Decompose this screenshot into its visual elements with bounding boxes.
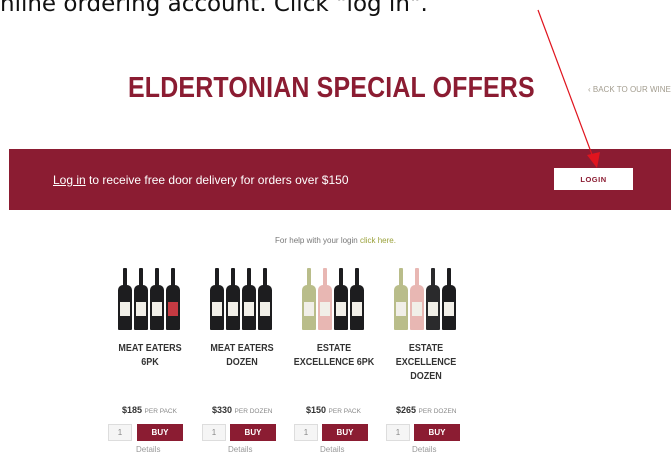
wine-bottle xyxy=(410,268,424,330)
buy-button[interactable]: BUY xyxy=(414,424,460,441)
instruction-caption: nline ordering account. Click "log in". xyxy=(0,0,428,17)
product-price: $185 PER PACK xyxy=(122,405,177,415)
help-text: For help with your login xyxy=(275,236,360,245)
buy-button[interactable]: BUY xyxy=(137,424,183,441)
product-name[interactable]: ESTATE EXCELLENCE 6PK xyxy=(289,342,379,370)
banner-message-text: to receive free door delivery for orders… xyxy=(85,173,349,187)
wine-bottle xyxy=(334,268,348,330)
quantity-input[interactable]: 1 xyxy=(108,424,132,441)
product-image[interactable] xyxy=(110,262,190,330)
product-name-line: MEAT EATERS xyxy=(118,343,182,354)
product-name-line: MEAT EATERS xyxy=(210,343,274,354)
product-name-line: ESTATE xyxy=(316,343,352,354)
buy-button[interactable]: BUY xyxy=(230,424,276,441)
product-name[interactable]: MEAT EATERS 6PK xyxy=(105,342,195,370)
product-name-line: EXCELLENCE xyxy=(395,357,457,368)
login-button[interactable]: LOGIN xyxy=(554,168,633,190)
arrow-line xyxy=(537,9,595,161)
wine-bottle xyxy=(258,268,272,330)
help-link[interactable]: click here. xyxy=(360,236,396,245)
product-image[interactable] xyxy=(202,262,282,330)
price-unit: PER PACK xyxy=(328,408,361,415)
wine-bottle xyxy=(318,268,332,330)
banner-message: Log in to receive free door delivery for… xyxy=(53,173,349,187)
wine-bottle xyxy=(210,268,224,330)
back-to-wines-link[interactable]: ‹ BACK TO OUR WINE xyxy=(588,85,671,94)
wine-bottle xyxy=(442,268,456,330)
product-name-line: EXCELLENCE 6PK xyxy=(293,357,375,368)
product-name[interactable]: ESTATE EXCELLENCE DOZEN xyxy=(381,342,471,384)
buy-button[interactable]: BUY xyxy=(322,424,368,441)
price-unit: PER DOZEN xyxy=(234,408,273,415)
product-name-line: 6PK xyxy=(141,357,159,368)
wine-bottle xyxy=(302,268,316,330)
wine-bottle xyxy=(226,268,240,330)
product-price: $330 PER DOZEN xyxy=(212,405,273,415)
quantity-input[interactable]: 1 xyxy=(386,424,410,441)
quantity-input[interactable]: 1 xyxy=(294,424,318,441)
pointer-arrow xyxy=(537,9,600,168)
product-name-line: ESTATE xyxy=(408,343,444,354)
wine-bottle xyxy=(394,268,408,330)
wine-bottle xyxy=(150,268,164,330)
product-price: $265 PER DOZEN xyxy=(396,405,457,415)
wine-bottle xyxy=(134,268,148,330)
product-name-line: DOZEN xyxy=(410,371,442,382)
price-unit: PER PACK xyxy=(144,408,177,415)
wine-bottle xyxy=(166,268,180,330)
login-help: For help with your login click here. xyxy=(0,236,671,245)
quantity-input[interactable]: 1 xyxy=(202,424,226,441)
product-image[interactable] xyxy=(386,262,466,330)
login-text-link[interactable]: Log in xyxy=(53,173,86,187)
product-image[interactable] xyxy=(294,262,374,330)
price-unit: PER DOZEN xyxy=(418,408,457,415)
product-price: $150 PER PACK xyxy=(306,405,361,415)
product-name[interactable]: MEAT EATERS DOZEN xyxy=(197,342,287,370)
login-banner: Log in to receive free door delivery for… xyxy=(9,149,671,210)
wine-bottle xyxy=(118,268,132,330)
wine-bottle xyxy=(426,268,440,330)
wine-bottle xyxy=(350,268,364,330)
product-name-line: DOZEN xyxy=(226,357,258,368)
page-title: ELDERTONIAN SPECIAL OFFERS xyxy=(128,72,535,104)
wine-bottle xyxy=(242,268,256,330)
